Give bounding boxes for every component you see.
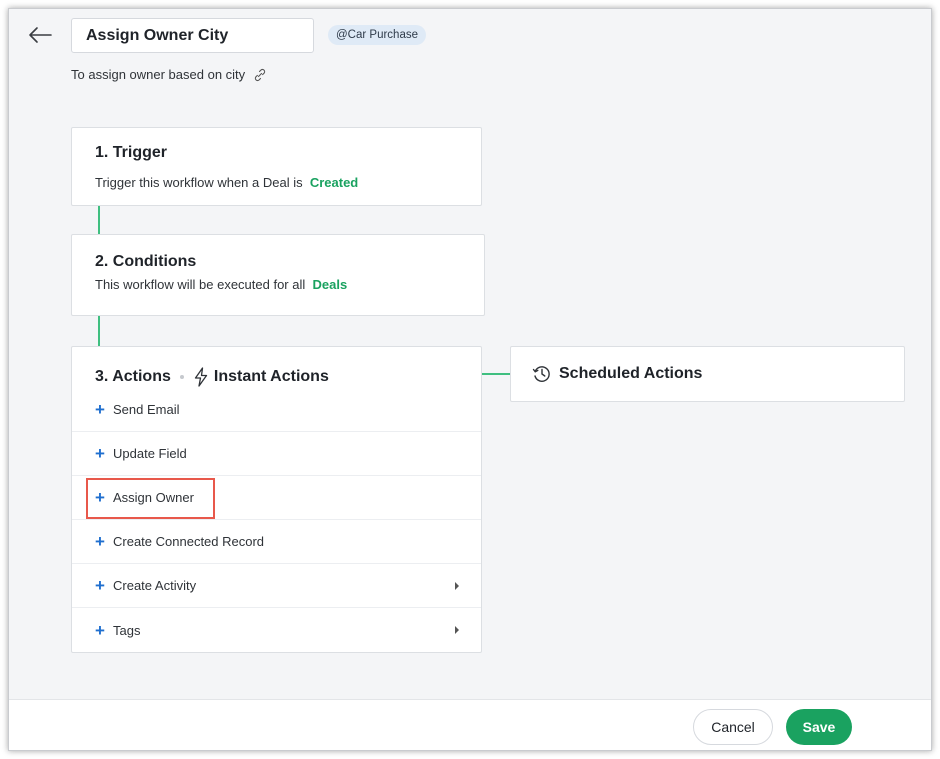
action-item-update-field[interactable]: + Update Field	[72, 432, 481, 476]
conditions-card[interactable]: 2. Conditions This workflow will be exec…	[71, 234, 485, 316]
back-arrow-icon[interactable]	[27, 25, 53, 45]
action-label: Update Field	[113, 446, 187, 461]
conditions-text: This workflow will be executed for all D…	[95, 277, 347, 292]
workflow-editor: @Car Purchase To assign owner based on c…	[8, 8, 932, 751]
trigger-description: Trigger this workflow when a Deal is	[95, 175, 303, 190]
action-item-create-connected-record[interactable]: + Create Connected Record	[72, 520, 481, 564]
workflow-name-input[interactable]	[71, 18, 314, 53]
caret-right-icon	[455, 582, 459, 590]
action-label: Assign Owner	[113, 490, 194, 505]
cancel-button[interactable]: Cancel	[693, 709, 773, 745]
connector-line	[98, 206, 100, 234]
connector-line	[98, 316, 100, 346]
trigger-text: Trigger this workflow when a Deal is Cre…	[95, 175, 358, 190]
scheduled-actions-label: Scheduled Actions	[559, 365, 703, 382]
connector-line	[482, 373, 510, 375]
instant-action-list: + Send Email + Update Field + Assign Own…	[72, 388, 481, 652]
action-label: Tags	[113, 622, 141, 638]
footer-bar: Cancel Save	[9, 699, 931, 750]
clock-refresh-icon	[532, 366, 550, 382]
action-item-tags[interactable]: + Tags	[72, 608, 481, 652]
plus-icon: +	[95, 620, 105, 640]
save-button[interactable]: Save	[786, 709, 852, 745]
instant-actions-label: Instant Actions	[213, 368, 329, 385]
caret-right-icon	[455, 626, 459, 634]
action-label: Send Email	[113, 402, 180, 417]
plus-icon: +	[95, 488, 105, 507]
scheduled-actions-card[interactable]: Scheduled Actions	[510, 346, 905, 402]
conditions-value-link[interactable]: Deals	[312, 277, 347, 292]
module-badge: @Car Purchase	[328, 25, 426, 45]
link-edit-icon[interactable]	[253, 68, 267, 82]
plus-icon: +	[95, 576, 105, 595]
separator-dot	[179, 375, 184, 379]
lightning-bolt-icon	[194, 367, 208, 387]
action-label: Create Connected Record	[113, 534, 265, 549]
conditions-title: 2. Conditions	[95, 253, 197, 270]
actions-title: 3. Actions	[95, 368, 171, 385]
trigger-title: 1. Trigger	[95, 144, 168, 161]
plus-icon: +	[95, 444, 105, 463]
description-text: To assign owner based on city	[71, 67, 246, 82]
action-item-send-email[interactable]: + Send Email	[72, 388, 481, 432]
actions-card: 3. Actions Instant Actions + Send Email …	[71, 346, 482, 653]
action-label: Create Activity	[113, 578, 197, 593]
trigger-card[interactable]: 1. Trigger Trigger this workflow when a …	[71, 127, 482, 206]
workflow-description: To assign owner based on city	[71, 67, 267, 82]
action-item-create-activity[interactable]: + Create Activity	[72, 564, 481, 608]
plus-icon: +	[95, 400, 105, 419]
actions-header: 3. Actions Instant Actions	[95, 367, 329, 387]
trigger-value-link[interactable]: Created	[310, 175, 358, 190]
plus-icon: +	[95, 532, 105, 551]
action-item-assign-owner[interactable]: + Assign Owner	[72, 476, 481, 520]
conditions-description: This workflow will be executed for all	[95, 277, 306, 292]
